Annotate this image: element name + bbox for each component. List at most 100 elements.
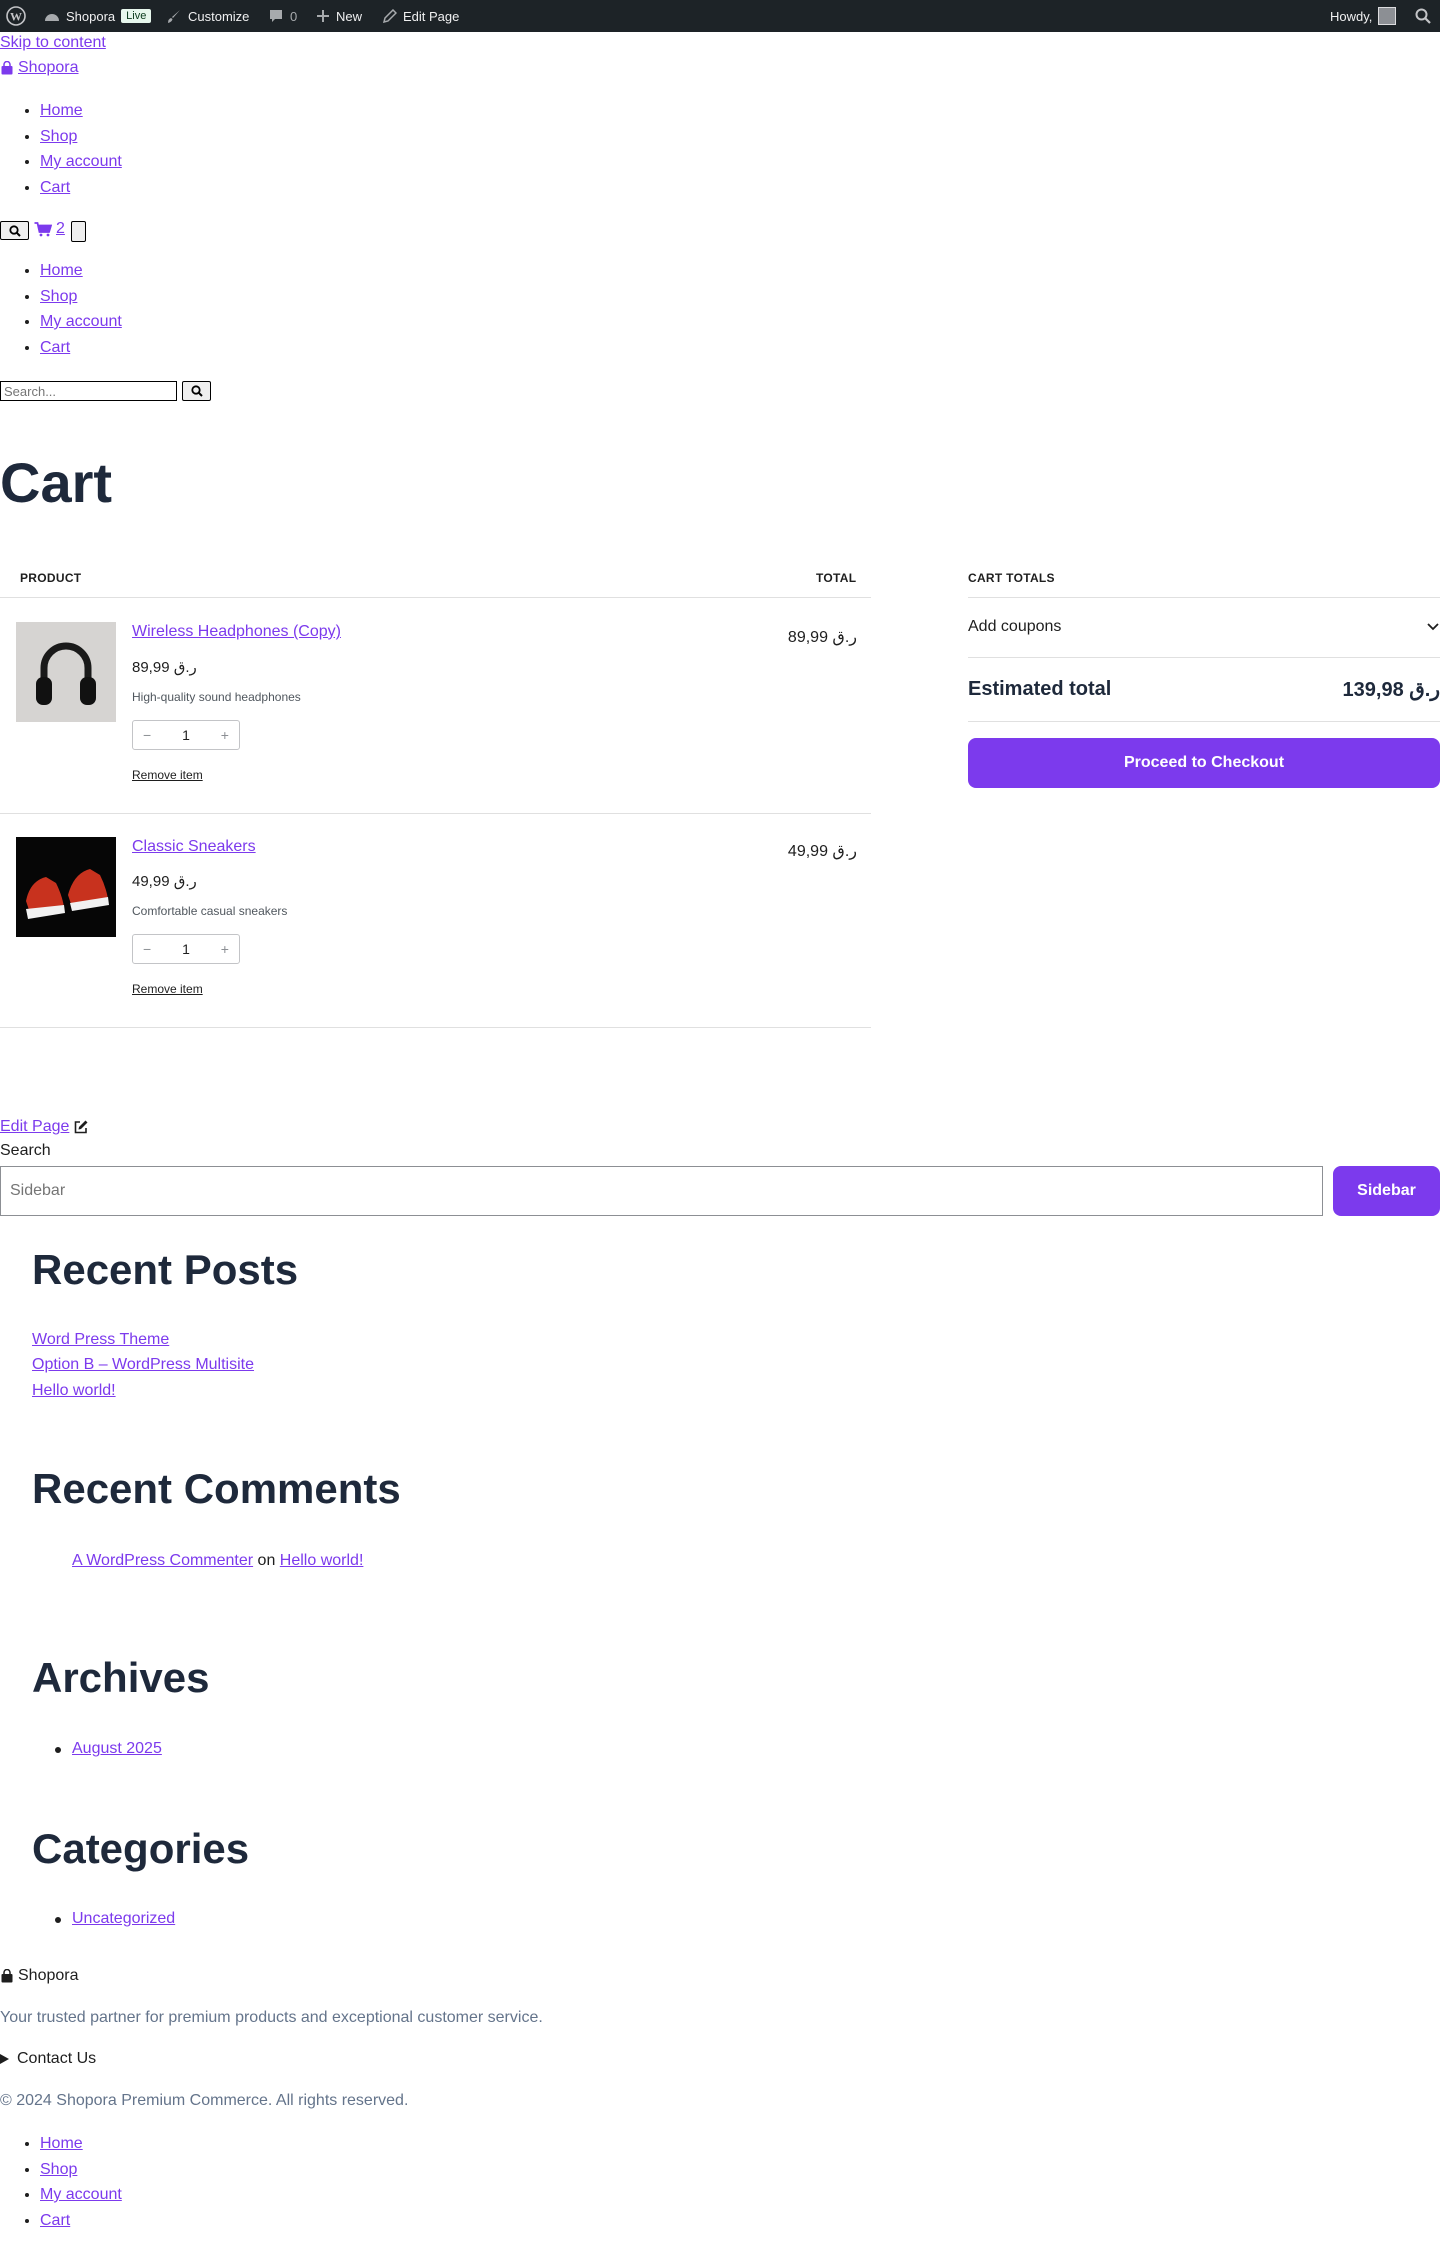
recent-comments-title: Recent Comments [32, 1465, 401, 1512]
recent-posts-title: Recent Posts [32, 1246, 299, 1293]
quantity-stepper: − 1 + [132, 720, 240, 750]
mobile-nav-item-home: Home [40, 258, 122, 284]
quantity-increase-button[interactable]: + [221, 941, 229, 957]
comment-post-link[interactable]: Hello world! [280, 1552, 364, 1569]
quantity-value[interactable]: 1 [182, 727, 190, 743]
categories-title: Categories [32, 1825, 250, 1872]
product-price: 49,99 ر.ق [132, 873, 197, 890]
footer-nav-link-cart[interactable]: Cart [40, 2212, 70, 2229]
quantity-decrease-button[interactable]: − [143, 941, 151, 957]
svg-text:W: W [10, 10, 22, 24]
archive-link[interactable]: August 2025 [72, 1740, 162, 1758]
nav-item-shop: Shop [40, 124, 122, 150]
totals-divider [968, 721, 1440, 722]
mobile-nav-item-cart: Cart [40, 335, 122, 361]
footer-nav-item-my-account: My account [40, 2182, 122, 2208]
proceed-to-checkout-button[interactable]: Proceed to Checkout [968, 738, 1440, 788]
mobile-nav-link-my-account[interactable]: My account [40, 313, 122, 330]
mobile-nav-link-home[interactable]: Home [40, 262, 83, 279]
nav-link-my-account[interactable]: My account [40, 153, 122, 170]
comment-author-link[interactable]: A WordPress Commenter [72, 1552, 253, 1569]
mobile-nav-item-my-account: My account [40, 309, 122, 335]
mobile-nav-link-cart[interactable]: Cart [40, 339, 70, 356]
admin-account-menu[interactable]: Howdy, [1330, 0, 1397, 32]
recent-post-link[interactable]: Hello world! [32, 1382, 116, 1400]
cart-count: 2 [56, 220, 65, 237]
mobile-nav: Home Shop My account Cart [0, 258, 122, 360]
footer-nav-item-shop: Shop [40, 2157, 122, 2183]
row-divider [0, 813, 871, 814]
shopping-bag-icon [0, 61, 14, 75]
product-price: 89,99 ر.ق [132, 659, 197, 676]
recent-post-link[interactable]: Option B – WordPress Multisite [32, 1356, 254, 1374]
header-cart-link[interactable]: 2 [34, 220, 65, 238]
skip-to-content-link[interactable]: Skip to content [0, 34, 106, 52]
shopping-bag-icon [0, 1969, 14, 1983]
quantity-value[interactable]: 1 [182, 941, 190, 957]
footer-nav-link-home[interactable]: Home [40, 2135, 83, 2152]
admin-new-link[interactable]: New [316, 0, 362, 32]
admin-comments-link[interactable]: 0 [268, 0, 297, 32]
site-logo-link[interactable]: Shopora [0, 59, 79, 77]
customize-label: Customize [188, 8, 250, 24]
footer-brand-name: Shopora [18, 1967, 79, 1984]
remove-item-link[interactable]: Remove item [132, 768, 203, 782]
headphones-product-image[interactable] [16, 622, 116, 722]
archives-title: Archives [32, 1654, 210, 1701]
edit-page-label: Edit Page [403, 8, 460, 24]
quantity-decrease-button[interactable]: − [143, 727, 151, 743]
page-title: Cart [0, 451, 113, 514]
new-label: New [336, 8, 363, 24]
remove-item-link[interactable]: Remove item [132, 982, 203, 996]
admin-search-icon[interactable] [1415, 0, 1431, 32]
cart-totals-heading: CART TOTALS [968, 571, 1055, 585]
add-coupons-label: Add coupons [968, 618, 1062, 635]
admin-edit-page-link[interactable]: Edit Page [383, 0, 459, 32]
pencil-icon [383, 9, 397, 23]
quantity-increase-button[interactable]: + [221, 727, 229, 743]
product-name-link[interactable]: Classic Sneakers [132, 838, 256, 856]
list-bullet [55, 1917, 61, 1923]
quantity-stepper: − 1 + [132, 934, 240, 964]
nav-link-home[interactable]: Home [40, 102, 83, 119]
header-search-submit[interactable] [182, 381, 211, 401]
admin-site-menu[interactable]: Shopora Live [44, 0, 152, 32]
search-icon [8, 224, 21, 237]
header-search-input[interactable] [0, 381, 177, 401]
avatar [1378, 7, 1397, 25]
recent-post-link[interactable]: Word Press Theme [32, 1331, 169, 1349]
sidebar-search-button[interactable]: Sidebar [1333, 1166, 1440, 1216]
category-link[interactable]: Uncategorized [72, 1910, 175, 1928]
comment-icon [268, 8, 284, 24]
mobile-nav-link-shop[interactable]: Shop [40, 288, 77, 305]
site-logo-text: Shopora [18, 59, 79, 76]
nav-link-shop[interactable]: Shop [40, 128, 77, 145]
edit-page-link[interactable]: Edit Page [0, 1118, 89, 1136]
contact-us-label: Contact Us [17, 2050, 97, 2067]
triangle-right-icon [0, 2054, 9, 2064]
product-description: Comfortable casual sneakers [132, 904, 288, 918]
mobile-menu-toggle[interactable] [71, 221, 86, 242]
sidebar-search-input[interactable]: Sidebar [0, 1166, 1323, 1216]
wordpress-logo-icon[interactable]: W [6, 0, 26, 32]
nav-link-cart[interactable]: Cart [40, 179, 70, 196]
sneakers-product-image[interactable] [16, 837, 116, 937]
search-icon [190, 385, 203, 397]
footer-nav-link-my-account[interactable]: My account [40, 2186, 122, 2203]
table-header-divider [0, 597, 871, 598]
dashboard-icon [44, 9, 60, 23]
line-total: 49,99 ر.ق [787, 843, 857, 860]
header-search-toggle[interactable] [0, 221, 29, 240]
product-name-link[interactable]: Wireless Headphones (Copy) [132, 623, 341, 641]
edit-page-label: Edit Page [0, 1118, 70, 1135]
add-coupons-toggle[interactable]: Add coupons [968, 618, 1440, 636]
admin-customize-link[interactable]: Customize [166, 0, 249, 32]
contact-us-toggle[interactable]: Contact Us [0, 2050, 96, 2068]
column-header-total: TOTAL [816, 571, 857, 585]
footer-nav-link-shop[interactable]: Shop [40, 2161, 77, 2178]
comment-on-text: on [257, 1552, 276, 1569]
footer-copyright: © 2024 Shopora Premium Commerce. All rig… [0, 2092, 409, 2109]
footer-nav: Home Shop My account Cart [0, 2131, 122, 2233]
mobile-nav-item-shop: Shop [40, 284, 122, 310]
row-divider [0, 1027, 871, 1028]
